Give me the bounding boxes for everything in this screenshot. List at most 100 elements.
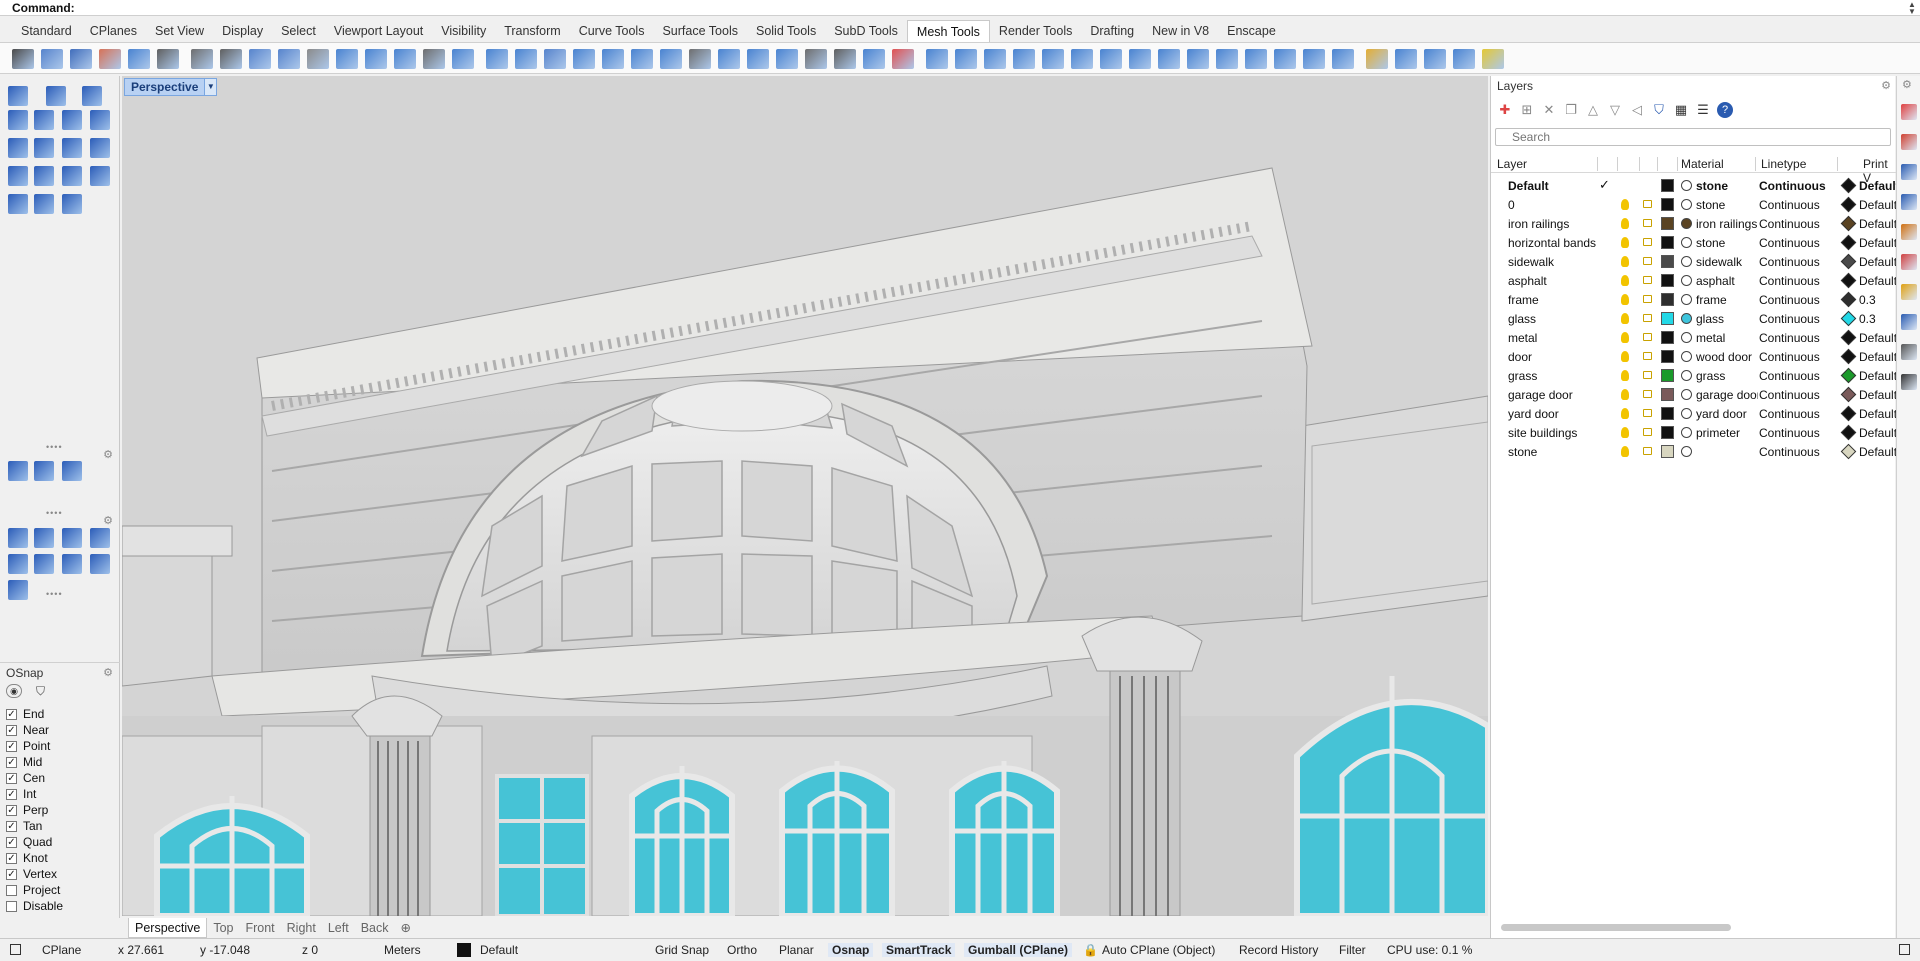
material-sphere-icon[interactable]	[1681, 294, 1692, 305]
lightbulb-icon[interactable]	[1621, 389, 1629, 400]
zoom-icon[interactable]	[90, 528, 110, 548]
layer-color-swatch[interactable]	[1661, 331, 1674, 344]
layer-material[interactable]: garage door	[1696, 388, 1758, 402]
print-width[interactable]: Default	[1859, 217, 1897, 231]
layer-name[interactable]: stone	[1508, 445, 1600, 459]
layer-material[interactable]: stone	[1696, 198, 1758, 212]
layer-color-swatch[interactable]	[1661, 179, 1674, 192]
lightbulb-icon[interactable]	[1621, 313, 1629, 324]
layer-linetype[interactable]: Continuous	[1759, 255, 1820, 269]
osnap-disable[interactable]: Disable	[6, 898, 63, 914]
tab-visibility[interactable]: Visibility	[432, 20, 495, 42]
material-sphere-icon[interactable]	[1681, 370, 1692, 381]
layer-name[interactable]: garage door	[1508, 388, 1600, 402]
osnap-checkbox[interactable]: ✓	[6, 820, 17, 832]
bend-icon[interactable]	[863, 49, 885, 69]
curve-icon[interactable]	[1395, 49, 1417, 69]
status-grid-snap[interactable]: Grid Snap	[655, 943, 709, 957]
tool-icon[interactable]	[41, 49, 63, 69]
status-filter[interactable]: Filter	[1339, 943, 1366, 957]
status-smarttrack[interactable]: SmartTrack	[882, 943, 956, 957]
lightbulb-icon[interactable]	[1621, 218, 1629, 229]
material-sphere-icon[interactable]	[1681, 389, 1692, 400]
layer-material[interactable]: glass	[1696, 312, 1758, 326]
print-width[interactable]: Default	[1859, 350, 1897, 364]
status-auto-cplane[interactable]: Auto CPlane (Object)	[1102, 943, 1215, 957]
window-toggle-icon[interactable]	[1899, 944, 1910, 955]
layer-row[interactable]: stone Continuous Default	[1491, 442, 1897, 461]
print-color-swatch[interactable]	[1840, 272, 1857, 289]
align-icon[interactable]	[805, 49, 827, 69]
layer-name[interactable]: frame	[1508, 293, 1600, 307]
print-width[interactable]: Default	[1859, 369, 1897, 383]
layers-icon[interactable]	[452, 49, 474, 69]
layer-material[interactable]: frame	[1696, 293, 1758, 307]
layer-color-swatch[interactable]	[1661, 445, 1674, 458]
tab-viewport-layout[interactable]: Viewport Layout	[325, 20, 432, 42]
layer-color-swatch[interactable]	[1661, 312, 1674, 325]
layer-row[interactable]: site buildings primeter Continuous Default	[1491, 423, 1897, 442]
viewport-tab-perspective[interactable]: Perspective	[128, 918, 208, 938]
lightbulb-icon[interactable]	[1621, 199, 1629, 210]
layer-name[interactable]: glass	[1508, 312, 1600, 326]
tab-new-in-v8[interactable]: New in V8	[1143, 20, 1218, 42]
osnap-settings-icon[interactable]: ◉	[6, 684, 22, 698]
wrench-icon[interactable]	[278, 49, 300, 69]
layer-material[interactable]: metal	[1696, 331, 1758, 345]
unlock-icon[interactable]	[1643, 257, 1652, 265]
unlock-icon[interactable]	[1643, 238, 1652, 246]
material-sphere-icon[interactable]	[1681, 427, 1692, 438]
viewport-menu-chevron-down-icon[interactable]: ▼	[204, 79, 216, 95]
header-material[interactable]: Material	[1681, 157, 1724, 171]
viewport-tab-right[interactable]: Right	[281, 918, 322, 938]
cplane-toggle-icon[interactable]	[10, 944, 21, 955]
osnap-mid[interactable]: ✓ Mid	[6, 754, 63, 770]
panel-gear-icon[interactable]: ⚙	[103, 514, 113, 527]
print-color-swatch[interactable]	[1840, 253, 1857, 270]
osnap-checkbox[interactable]: ✓	[6, 740, 17, 752]
layer-linetype[interactable]: Continuous	[1759, 407, 1820, 421]
sun-icon[interactable]	[1901, 284, 1917, 300]
print-color-swatch[interactable]	[1840, 329, 1857, 346]
lightbulb-icon[interactable]	[1621, 351, 1629, 362]
cage-icon[interactable]	[62, 194, 82, 214]
cone-icon[interactable]	[34, 138, 54, 158]
layer-row[interactable]: horizontal bands stone Continuous Default	[1491, 233, 1897, 252]
layer-linetype[interactable]: Continuous	[1759, 350, 1820, 364]
layer-row[interactable]: frame frame Continuous 0.3	[1491, 290, 1896, 309]
tab-surface-tools[interactable]: Surface Tools	[653, 20, 747, 42]
puzzle-icon[interactable]	[90, 554, 110, 574]
layer-row[interactable]: 0 stone Continuous Default	[1491, 195, 1897, 214]
layer-name[interactable]: iron railings	[1508, 217, 1600, 231]
move-down-icon[interactable]: ▽	[1607, 102, 1623, 118]
human3-icon[interactable]	[220, 49, 242, 69]
layer-color-swatch[interactable]	[1661, 407, 1674, 420]
print-width[interactable]: Default	[1859, 255, 1897, 269]
cross-icon[interactable]	[336, 49, 358, 69]
layer-row[interactable]: door wood door Continuous Default	[1491, 347, 1897, 366]
grid6-icon[interactable]	[1013, 49, 1035, 69]
tab-render-tools[interactable]: Render Tools	[990, 20, 1081, 42]
layers-gear-icon[interactable]: ⚙	[1881, 79, 1891, 92]
layer-linetype[interactable]: Continuous	[1759, 445, 1820, 459]
lightbulb-icon[interactable]	[8, 528, 28, 548]
unlock-icon[interactable]	[1643, 371, 1652, 379]
print-color-swatch[interactable]	[1840, 234, 1857, 251]
tab-cplanes[interactable]: CPlanes	[81, 20, 146, 42]
render-icon[interactable]	[1901, 314, 1917, 330]
named-views-icon[interactable]	[1901, 374, 1917, 390]
status-layer[interactable]: Default	[480, 943, 518, 957]
layer-color-swatch[interactable]	[1661, 217, 1674, 230]
tab-drafting[interactable]: Drafting	[1081, 20, 1143, 42]
cube2-icon[interactable]	[776, 49, 798, 69]
layer-name[interactable]: grass	[1508, 369, 1600, 383]
osnap-checkbox[interactable]: ✓	[6, 868, 17, 880]
material-sphere-icon[interactable]	[1681, 275, 1692, 286]
layer-row[interactable]: sidewalk sidewalk Continuous Default	[1491, 252, 1897, 271]
box2-icon[interactable]	[1071, 49, 1093, 69]
lightbulb-icon[interactable]	[1621, 294, 1629, 305]
material-sphere-icon[interactable]	[1681, 199, 1692, 210]
print-width[interactable]: Default	[1859, 274, 1897, 288]
status-units[interactable]: Meters	[384, 943, 421, 957]
tab-display[interactable]: Display	[213, 20, 272, 42]
